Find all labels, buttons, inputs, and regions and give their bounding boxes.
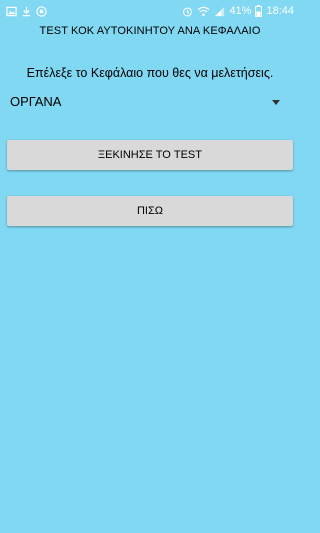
app-icon <box>36 5 47 17</box>
back-button[interactable]: ΠΙΣΩ <box>7 196 293 226</box>
status-time: 18:44 <box>266 5 294 17</box>
signal-icon <box>214 6 225 17</box>
dropdown-arrow-icon <box>272 92 280 110</box>
chapter-select-value: ΟΡΓΑΝΑ <box>10 93 62 109</box>
status-right: 41% 18:44 <box>182 5 294 17</box>
download-icon <box>21 6 32 17</box>
image-icon <box>6 6 17 17</box>
chapter-select[interactable]: ΟΡΓΑΝΑ <box>10 90 292 112</box>
status-bar: 41% 18:44 <box>0 0 300 22</box>
alarm-icon <box>182 6 193 17</box>
battery-percent: 41% <box>229 5 252 17</box>
chapter-prompt: Επέλεξε το Κεφάλαιο που θες να μελετήσει… <box>26 66 274 80</box>
status-left <box>6 5 47 17</box>
battery-icon <box>255 5 263 17</box>
wifi-icon <box>197 6 210 17</box>
app-title: TEST ΚΟΚ ΑΥΤΟΚΙΝΗΤΟΥ ΑΝΑ ΚΕΦΑΛΑΙΟ <box>39 25 261 37</box>
start-test-button[interactable]: ΞΕΚΙΝΗΣΕ ΤΟ TEST <box>7 140 293 170</box>
